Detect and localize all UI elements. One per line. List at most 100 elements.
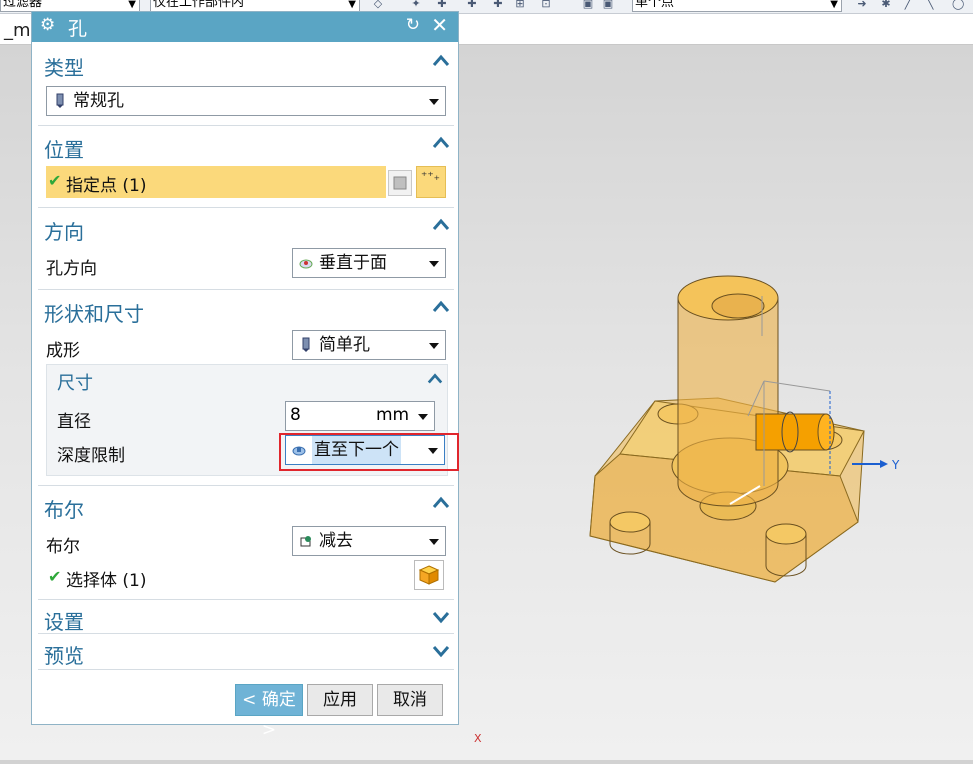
depth-limit-label: 深度限制 <box>57 446 125 466</box>
grid-snap-icon[interactable]: ⊞ <box>514 0 526 10</box>
hole-direction-label: 孔方向 <box>46 259 97 279</box>
preview-section-header[interactable]: 预览 <box>38 636 454 668</box>
snap-toggle-icon[interactable]: ✱ <box>880 0 892 10</box>
part-model <box>589 275 888 583</box>
crosshair-icon[interactable]: ✚ <box>492 0 504 10</box>
type-section: 类型 常规孔 <box>38 46 454 126</box>
apply-button[interactable]: 应用 <box>307 684 373 716</box>
shape-section: 形状和尺寸 成形 简单孔 尺寸 直径 8 mm 深度限制 直至下一个 <box>38 292 459 486</box>
dimensions-subsection: 尺寸 直径 8 mm 深度限制 直至下一个 <box>46 364 459 476</box>
section-title: 设置 <box>44 610 84 634</box>
select-body-label[interactable]: 选择体 (1) <box>66 566 146 591</box>
check-icon: ✔ <box>48 171 62 190</box>
until-next-icon <box>292 446 306 456</box>
circle-icon[interactable]: ◯ <box>952 0 964 10</box>
chevron-up-icon[interactable] <box>427 371 443 387</box>
chevron-down-icon <box>429 343 439 349</box>
boolean-value: 减去 <box>319 531 353 551</box>
crosshair-icon[interactable]: ✚ <box>436 0 448 10</box>
select-body-button[interactable] <box>414 560 444 590</box>
check-icon: ✔ <box>48 567 62 586</box>
diameter-label: 直径 <box>57 412 91 432</box>
section-title: 位置 <box>44 138 84 162</box>
selection-scope-value: 仅在工作部件内 <box>153 0 245 10</box>
crosshair-icon[interactable]: ✚ <box>466 0 478 10</box>
normal-to-face-icon <box>299 259 313 269</box>
diameter-value: 8 <box>290 405 301 425</box>
chevron-up-icon <box>432 496 450 508</box>
form-combo[interactable]: 简单孔 <box>292 330 446 360</box>
chevron-up-icon <box>432 218 450 230</box>
chevron-down-icon <box>418 414 428 420</box>
boolean-label: 布尔 <box>46 537 80 557</box>
chevron-down-icon <box>432 612 450 624</box>
shape-section-header[interactable]: 形状和尺寸 <box>38 292 454 326</box>
subsection-title: 尺寸 <box>57 373 93 394</box>
cube-icon[interactable]: ▣ <box>582 0 594 10</box>
cube-icon[interactable]: ▣ <box>602 0 614 10</box>
gear-icon: ⚙ <box>40 15 56 35</box>
direction-section: 方向 孔方向 垂直于面 <box>38 210 454 290</box>
position-section: 位置 ✔ 指定点 (1) ⁺⁺₊ <box>38 128 454 208</box>
hole-type-icon <box>56 93 64 108</box>
line-icon[interactable]: ╱ <box>902 0 914 10</box>
hole-type-value: 常规孔 <box>73 91 124 111</box>
section-title: 方向 <box>44 220 84 244</box>
snap-point-combo[interactable]: 单个点 ▼ <box>632 0 842 12</box>
cancel-button[interactable]: 取消 <box>377 684 443 716</box>
boolean-combo[interactable]: 减去 <box>292 526 446 556</box>
section-title: 类型 <box>44 56 84 80</box>
selection-filter-value: 过滤器 <box>3 0 43 10</box>
dialog-title: 孔 <box>68 18 88 40</box>
snap-point-value: 单个点 <box>635 0 675 10</box>
hole-dialog: ⚙ 孔 ↻ ✕ 类型 常规孔 位置 ✔ 指定点 (1) ⁺⁺₊ 方向 孔方向 垂… <box>31 11 459 740</box>
sketch-section-button[interactable] <box>388 170 412 196</box>
direction-section-header[interactable]: 方向 <box>38 210 454 244</box>
form-label: 成形 <box>46 341 80 361</box>
chevron-down-icon <box>432 646 450 658</box>
depth-limit-combo[interactable]: 直至下一个 <box>285 435 445 465</box>
hole-type-combo[interactable]: 常规孔 <box>46 86 446 116</box>
ok-button[interactable]: < 确定 > <box>235 684 303 740</box>
type-section-header[interactable]: 类型 <box>38 46 454 80</box>
point-dialog-button[interactable]: ⁺⁺₊ <box>416 166 446 198</box>
snap-icon[interactable]: ◇ <box>372 0 384 10</box>
form-value: 简单孔 <box>319 335 370 355</box>
preview-section: 预览 <box>38 636 454 670</box>
hole-direction-combo[interactable]: 垂直于面 <box>292 248 446 278</box>
position-section-header[interactable]: 位置 <box>38 128 454 162</box>
chevron-up-icon <box>432 136 450 148</box>
hole-direction-value: 垂直于面 <box>319 253 387 273</box>
x-axis-label: X <box>474 732 482 745</box>
boolean-section-header[interactable]: 布尔 <box>38 488 454 522</box>
chevron-down-icon <box>428 448 438 454</box>
chevron-down-icon: ▼ <box>830 0 838 10</box>
reset-icon[interactable]: ↻ <box>406 15 420 35</box>
sketch-icon <box>393 176 407 190</box>
section-title: 预览 <box>44 644 84 668</box>
subtract-icon <box>300 536 311 547</box>
section-title: 布尔 <box>44 498 84 522</box>
points-icon: ⁺⁺₊ <box>421 169 441 183</box>
settings-section-header[interactable]: 设置 <box>38 602 454 634</box>
cube-icon <box>418 565 440 585</box>
boolean-section: 布尔 布尔 减去 ✔ 选择体 (1) <box>38 488 454 600</box>
grid-snap-icon[interactable]: ⊡ <box>540 0 552 10</box>
point-icon[interactable]: ✦ <box>410 0 422 10</box>
dialog-titlebar[interactable]: ⚙ 孔 ↻ ✕ <box>32 12 458 42</box>
chevron-up-icon <box>432 300 450 312</box>
chevron-up-icon <box>432 54 450 66</box>
close-icon[interactable]: ✕ <box>431 13 448 37</box>
arrow-icon[interactable]: ➜ <box>856 0 868 10</box>
depth-limit-value: 直至下一个 <box>312 436 401 464</box>
simple-hole-icon <box>302 337 310 352</box>
line-icon[interactable]: ╲ <box>924 0 936 10</box>
settings-section: 设置 <box>38 602 454 634</box>
specify-point-row[interactable]: ✔ 指定点 (1) <box>46 166 386 198</box>
diameter-field[interactable]: 8 mm <box>285 401 435 431</box>
chevron-down-icon <box>429 99 439 105</box>
graphics-viewport[interactable]: Y X <box>460 46 973 760</box>
diameter-unit[interactable]: mm <box>376 405 409 425</box>
chevron-down-icon <box>429 539 439 545</box>
section-title: 形状和尺寸 <box>44 302 144 326</box>
